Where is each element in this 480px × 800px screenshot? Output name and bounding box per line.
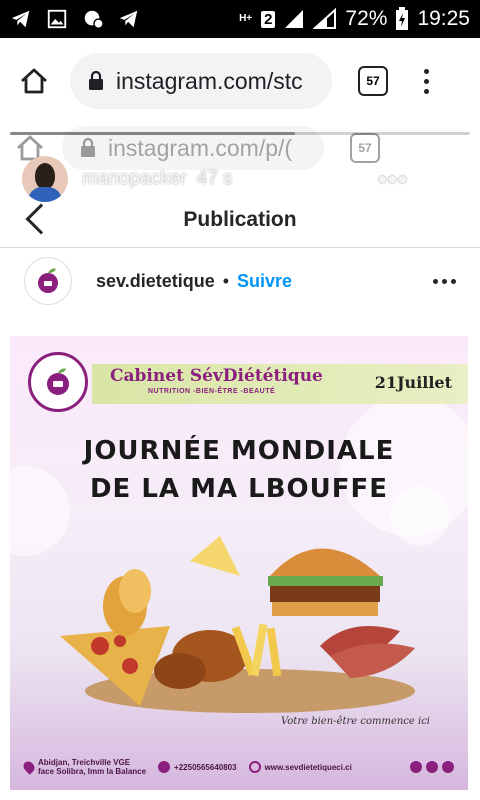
facebook-icon <box>410 761 422 773</box>
instagram-icon <box>442 761 454 773</box>
close-icon[interactable] <box>434 163 466 195</box>
status-bar: H+ 2 72% 19:25 <box>0 0 480 38</box>
sim-slot-badge: 2 <box>261 10 276 28</box>
post-header: sev.dietetique • Suivre <box>0 252 480 310</box>
home-icon <box>21 68 47 94</box>
story-time-ago: 47 s <box>196 168 233 189</box>
post-author-avatar[interactable] <box>24 257 72 305</box>
location-pin-icon <box>21 759 37 775</box>
instagram-header: Publication <box>0 192 480 248</box>
follow-button[interactable]: Suivre <box>237 271 292 292</box>
story-progress-bar <box>10 132 470 135</box>
poster-address: Abidjan, Treichville VGE face Solibra, I… <box>21 757 147 776</box>
gallery-icon <box>47 9 67 29</box>
poster-address-line2: face Solibra, Imm la Balance <box>38 767 147 776</box>
poster-slogan: Votre bien-être commence ici <box>280 716 430 727</box>
address-bar[interactable]: instagram.com/stc <box>70 53 332 109</box>
home-button[interactable] <box>14 61 54 101</box>
poster-website-url: www.sevdietetiqueci.ci <box>264 762 352 772</box>
notification-icons <box>10 8 140 30</box>
clock: 19:25 <box>417 7 470 30</box>
page-title: Publication <box>183 207 297 231</box>
poster-headline-line2: DE LA MA LBOUFFE <box>89 474 389 504</box>
telegram-icon <box>11 10 30 28</box>
poster-phone-number: +2250565640803 <box>174 762 237 772</box>
poster-headline-line1: JOURNÉE MONDIALE <box>83 436 395 466</box>
post-author-username[interactable]: sev.dietetique <box>96 271 215 292</box>
poster-social-icons <box>410 761 454 773</box>
signal-icon <box>313 8 337 29</box>
poster-brand-band: Cabinet SévDiététique NUTRITION -BIEN-ÊT… <box>92 364 468 404</box>
lock-icon <box>89 71 103 90</box>
story-username[interactable]: manopacker <box>82 168 187 190</box>
post-more-options-button[interactable] <box>433 278 456 284</box>
apple-logo-icon <box>47 368 69 395</box>
poster-date: 21Juillet <box>374 373 452 392</box>
apple-logo-icon <box>38 268 58 293</box>
system-status: H+ 2 72% 19:25 <box>239 7 470 31</box>
story-more-button[interactable]: ••• <box>378 164 408 195</box>
post-image[interactable]: Cabinet SévDiététique NUTRITION -BIEN-ÊT… <box>10 336 468 790</box>
story-viewer: instagram.com/p/( 57 manopacker 47 s •••… <box>0 124 480 800</box>
browser-toolbar: instagram.com/stc 57 <box>0 38 480 124</box>
separator-dot: • <box>222 270 230 291</box>
whatsapp-business-icon <box>84 10 104 29</box>
signal-icon <box>285 10 304 28</box>
globe-icon <box>248 761 261 773</box>
tab-switcher-button[interactable]: 57 <box>358 66 388 96</box>
junk-food-illustration <box>60 536 415 713</box>
phone-icon <box>158 761 171 773</box>
battery-charging-icon <box>396 7 409 30</box>
poster-address-line1: Abidjan, Treichville VGE <box>38 757 131 767</box>
poster-logo <box>28 352 88 412</box>
battery-percent: 72% <box>345 7 388 30</box>
poster-website: www.sevdietetiqueci.ci <box>248 761 352 773</box>
story-progress-fill <box>10 132 296 135</box>
browser-menu-button[interactable] <box>424 68 429 94</box>
network-type-badge: H+ <box>239 13 253 24</box>
messenger-icon <box>426 761 438 773</box>
poster-footer: Abidjan, Treichville VGE face Solibra, I… <box>10 744 468 790</box>
poster-cabinet-name: Cabinet SévDiététique <box>110 366 323 386</box>
url-text: instagram.com/stc <box>116 67 303 94</box>
telegram-icon <box>119 10 138 28</box>
back-chevron-icon[interactable] <box>25 203 57 235</box>
poster-phone: +2250565640803 <box>158 761 237 773</box>
poster-tagline: NUTRITION -BIEN-ÊTRE -BEAUTÉ <box>148 388 276 395</box>
